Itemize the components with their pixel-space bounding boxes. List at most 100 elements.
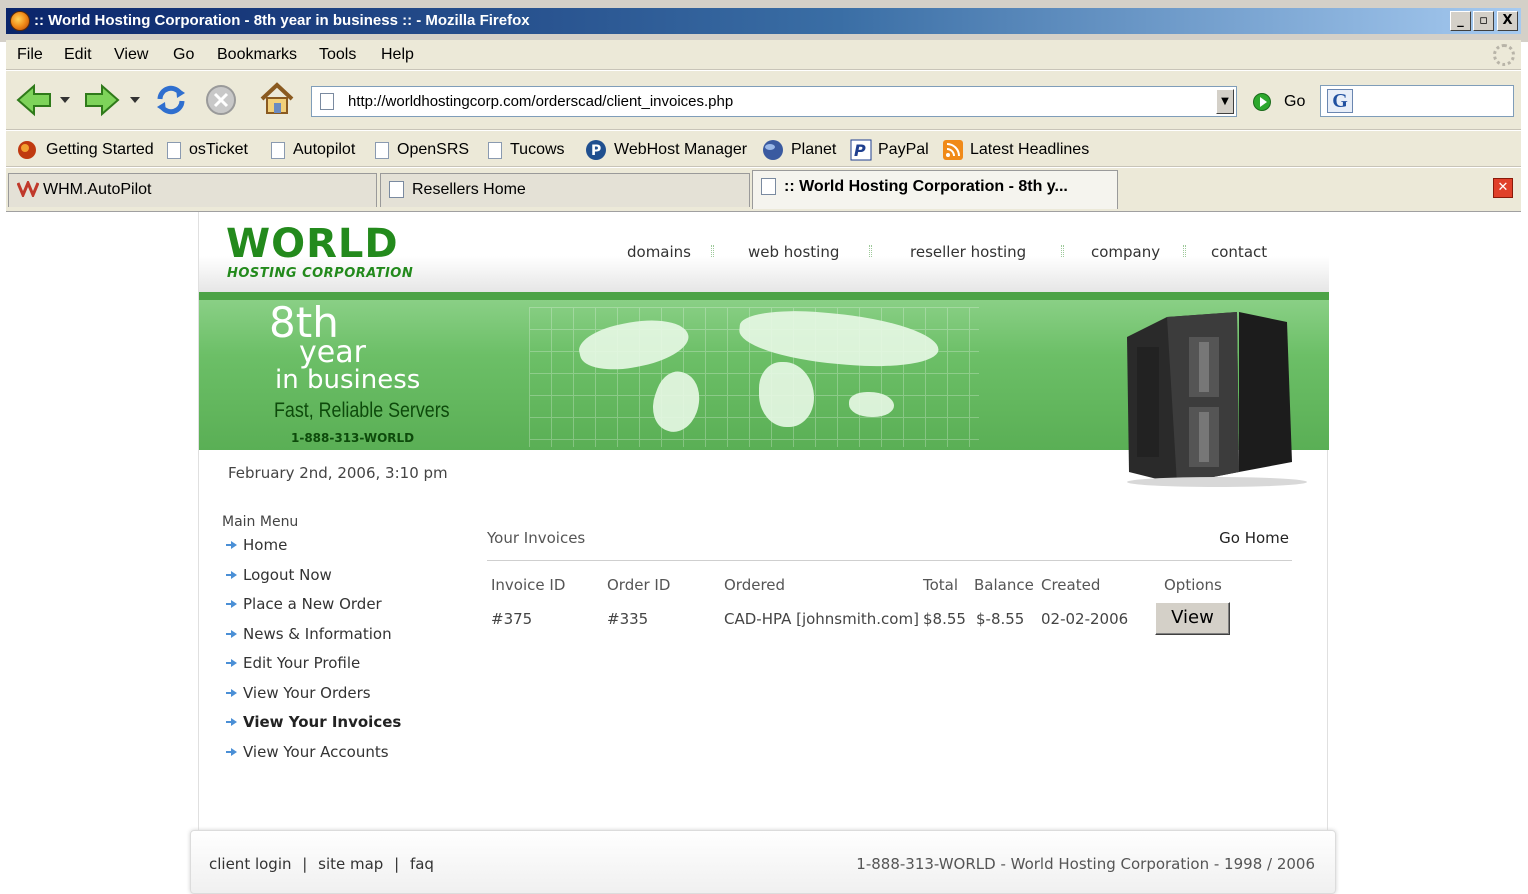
arrow-right-icon (226, 571, 237, 579)
main-menu-title: Main Menu (222, 514, 299, 530)
menu-logout-now[interactable]: Logout Now (226, 566, 332, 584)
menu-bar: File Edit View Go Bookmarks Tools Help (6, 40, 1521, 70)
arrow-right-icon (226, 541, 237, 549)
nav-separator (1061, 245, 1064, 257)
close-tab-button[interactable]: ✕ (1493, 178, 1513, 198)
arrow-right-icon (226, 600, 237, 608)
tab-resellers-home[interactable]: Resellers Home (380, 173, 750, 207)
tab-whm-autopilot[interactable]: WHM.AutoPilot (8, 173, 377, 207)
url-input[interactable]: http://worldhostingcorp.com/orderscad/cl… (348, 93, 733, 110)
menu-label: View Your Orders (243, 684, 371, 702)
bookmark-latest-headlines[interactable]: Latest Headlines (942, 139, 1089, 161)
search-input[interactable]: G (1320, 85, 1514, 117)
page-icon (320, 93, 334, 110)
footer-site-map[interactable]: site map (318, 855, 383, 873)
bookmark-paypal[interactable]: P PayPal (850, 139, 929, 161)
rss-feed-icon (943, 140, 963, 160)
menu-view-invoices[interactable]: View Your Invoices (226, 713, 401, 731)
back-history-dropdown-icon[interactable] (60, 97, 70, 105)
minimize-button[interactable]: _ (1450, 11, 1471, 31)
footer-copyright: 1-888-313-WORLD - World Hosting Corporat… (856, 855, 1315, 873)
menu-help[interactable]: Help (381, 46, 414, 64)
reload-icon[interactable] (152, 81, 190, 119)
forward-history-dropdown-icon[interactable] (130, 97, 140, 105)
bookmark-label: Planet (791, 141, 837, 158)
menu-view-orders[interactable]: View Your Orders (226, 684, 371, 702)
arrow-right-icon (226, 748, 237, 756)
nav-contact[interactable]: contact (1211, 243, 1267, 261)
arrow-right-icon (226, 689, 237, 697)
nav-separator (869, 245, 872, 257)
footer-separator: | (394, 855, 400, 873)
bookmark-label: Latest Headlines (970, 141, 1090, 158)
page-icon (167, 141, 181, 159)
url-history-dropdown[interactable]: ▼ (1216, 89, 1234, 114)
bookmark-autopilot[interactable]: Autopilot (271, 139, 355, 161)
go-arrow-icon[interactable] (1253, 93, 1271, 111)
bookmark-label: Tucows (510, 141, 565, 158)
banner-tagline: Fast, Reliable Servers (274, 399, 450, 422)
menu-news-information[interactable]: News & Information (226, 625, 392, 643)
nav-domains[interactable]: domains (627, 243, 691, 261)
page-icon (488, 141, 502, 159)
order-id-cell: #335 (607, 610, 649, 628)
site-header: WORLD HOSTING CORPORATION domains web ho… (199, 212, 1329, 292)
menu-view-accounts[interactable]: View Your Accounts (226, 743, 389, 761)
bookmark-osticket[interactable]: osTicket (167, 139, 248, 161)
footer-client-login[interactable]: client login (209, 855, 292, 873)
go-button[interactable]: Go (1284, 93, 1305, 111)
menu-label: View Your Accounts (243, 743, 389, 761)
column-header-invoice-id: Invoice ID (491, 576, 566, 594)
column-header-total: Total (923, 576, 959, 594)
menu-view[interactable]: View (114, 46, 148, 64)
back-arrow-icon[interactable] (14, 83, 54, 117)
arrow-right-icon (226, 630, 237, 638)
invoices-divider (487, 560, 1292, 561)
forward-arrow-icon[interactable] (82, 83, 122, 117)
home-icon[interactable] (258, 80, 296, 118)
bookmark-getting-started[interactable]: Getting Started (16, 139, 154, 161)
footer-separator: | (302, 855, 308, 873)
bookmark-label: Getting Started (46, 141, 154, 158)
cpanel-icon: P (586, 140, 606, 160)
throbber-icon (1493, 44, 1515, 66)
go-home-link[interactable]: Go Home (1219, 529, 1289, 547)
bookmark-label: osTicket (189, 141, 248, 158)
menu-edit-profile[interactable]: Edit Your Profile (226, 654, 360, 672)
site-logo-subtitle: HOSTING CORPORATION (227, 266, 414, 281)
menu-edit[interactable]: Edit (64, 46, 92, 64)
menu-tools[interactable]: Tools (319, 46, 356, 64)
bookmark-opensrs[interactable]: OpenSRS (375, 139, 469, 161)
bookmark-tucows[interactable]: Tucows (488, 139, 565, 161)
url-bar[interactable]: http://worldhostingcorp.com/orderscad/cl… (311, 86, 1237, 117)
firefox-logo-icon (10, 11, 30, 31)
menu-go[interactable]: Go (173, 46, 194, 64)
column-header-balance: Balance (974, 576, 1034, 594)
web-page: WORLD HOSTING CORPORATION domains web ho… (198, 212, 1329, 830)
google-search-icon[interactable]: G (1327, 89, 1353, 113)
firefox-bookmark-icon (18, 141, 36, 159)
nav-web-hosting[interactable]: web hosting (748, 243, 839, 261)
maximize-button[interactable]: ▫ (1473, 11, 1494, 31)
nav-company[interactable]: company (1091, 243, 1160, 261)
nav-reseller-hosting[interactable]: reseller hosting (910, 243, 1026, 261)
tab-world-hosting[interactable]: :: World Hosting Corporation - 8th y... (752, 170, 1118, 209)
bookmark-planet[interactable]: Planet (761, 139, 836, 161)
close-window-button[interactable]: X (1497, 11, 1518, 31)
footer-faq[interactable]: faq (410, 855, 434, 873)
page-icon (761, 178, 776, 195)
menu-home[interactable]: Home (226, 536, 287, 554)
bookmarks-toolbar: Getting Started osTicket Autopilot OpenS… (6, 131, 1521, 167)
svg-text:P: P (591, 143, 601, 159)
menu-label: Place a New Order (243, 595, 382, 613)
current-datetime: February 2nd, 2006, 3:10 pm (228, 464, 448, 482)
column-header-ordered: Ordered (724, 576, 786, 594)
stop-icon[interactable] (204, 83, 238, 117)
menu-file[interactable]: File (17, 46, 43, 64)
view-invoice-button[interactable]: View (1155, 602, 1230, 635)
menu-place-new-order[interactable]: Place a New Order (226, 595, 382, 613)
site-logo[interactable]: WORLD (226, 224, 399, 264)
created-cell: 02-02-2006 (1041, 610, 1129, 628)
menu-bookmarks[interactable]: Bookmarks (217, 46, 297, 64)
bookmark-webhost-manager[interactable]: P WebHost Manager (584, 139, 747, 161)
